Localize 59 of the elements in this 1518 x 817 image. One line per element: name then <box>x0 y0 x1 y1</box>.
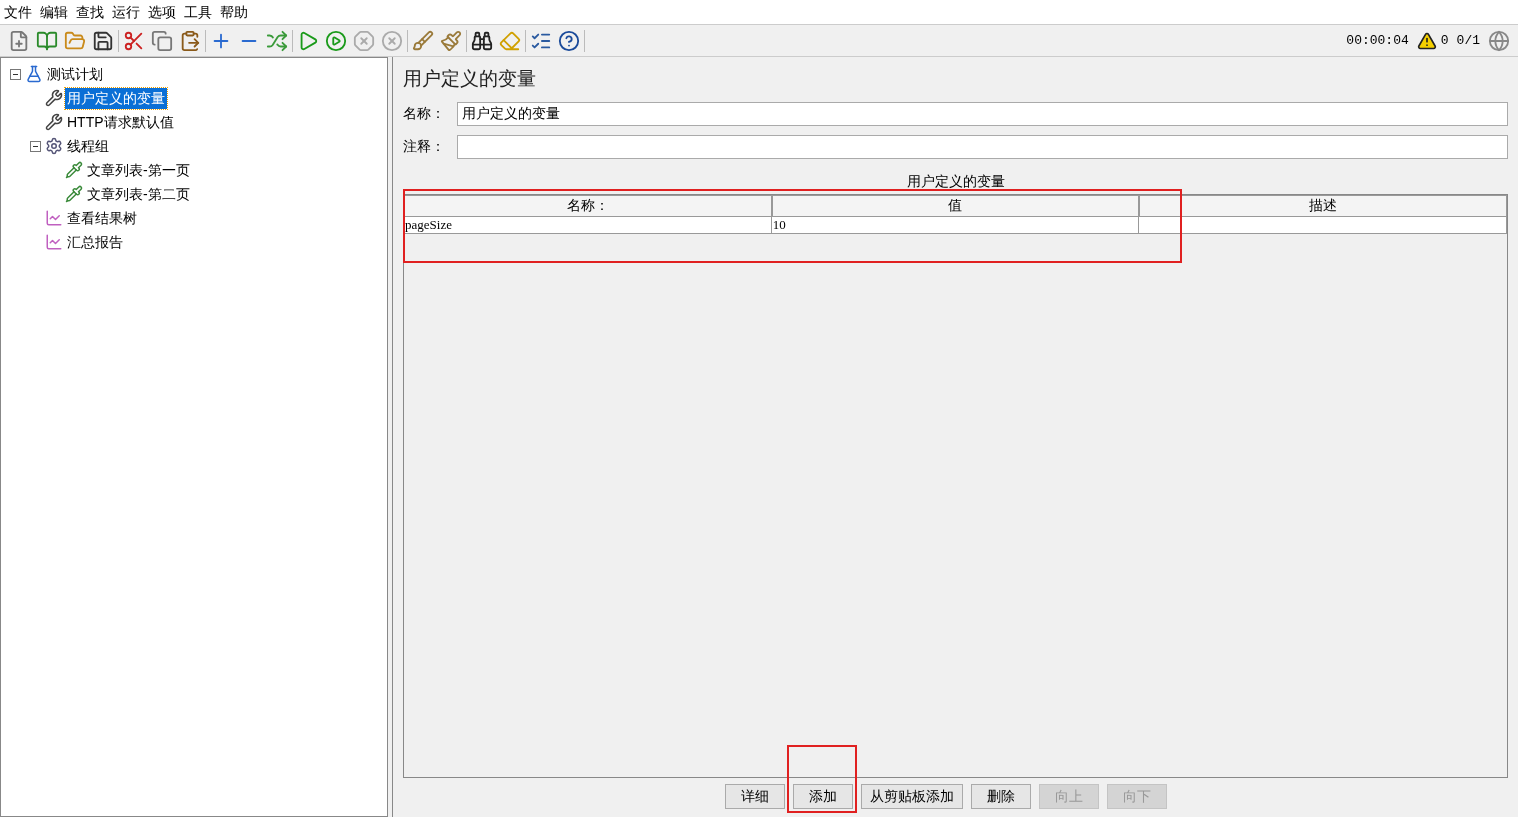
panel-title: 用户定义的变量 <box>403 67 537 91</box>
cut-icon[interactable] <box>123 29 145 52</box>
collapse-toggle-icon[interactable] <box>9 68 21 80</box>
thread-count: 0/1 <box>1456 31 1480 50</box>
copy-icon[interactable] <box>151 29 173 52</box>
tree-item[interactable]: HTTP请求默认值 <box>65 111 176 133</box>
elapsed-time: 00:00:04 <box>1346 31 1409 50</box>
column-header[interactable]: 描述 <box>1139 194 1507 217</box>
comment-label: 注释： <box>403 137 446 156</box>
wrench-icon <box>45 89 63 107</box>
tree-item[interactable]: 文章列表-第二页 <box>85 183 192 205</box>
column-header[interactable]: 名称： <box>404 194 772 217</box>
menu-item[interactable]: 文件 <box>4 1 32 23</box>
menu-item[interactable]: 编辑 <box>40 1 68 23</box>
name-field[interactable]: 用户定义的变量 <box>457 101 1508 126</box>
paste-icon[interactable] <box>179 29 201 52</box>
table-action-button[interactable]: 详细 <box>725 784 785 809</box>
pipette-icon <box>65 161 83 179</box>
table-action-button[interactable]: 添加 <box>793 784 853 809</box>
table-action-button[interactable]: 删除 <box>971 784 1031 809</box>
chart-icon <box>45 233 63 251</box>
clear-all-icon[interactable] <box>440 29 462 52</box>
table-title: 用户定义的变量 <box>906 171 1005 191</box>
new-file-icon[interactable] <box>8 29 30 52</box>
annotation-frame <box>787 745 857 813</box>
pipette-icon <box>65 185 83 203</box>
comment-field[interactable] <box>457 134 1508 159</box>
help-icon[interactable] <box>558 29 580 52</box>
wrench-icon <box>45 113 63 131</box>
gear-icon <box>45 137 63 155</box>
tree-item[interactable]: 文章列表-第一页 <box>85 159 192 181</box>
chart-icon <box>45 209 63 227</box>
tree-item[interactable]: 线程组 <box>65 135 111 157</box>
table-action-button[interactable]: 从剪贴板添加 <box>861 784 963 809</box>
warning-icon[interactable] <box>1416 30 1437 51</box>
clear-icon[interactable] <box>412 29 434 52</box>
name-label: 名称： <box>403 104 446 123</box>
menu-item[interactable]: 帮助 <box>220 1 248 23</box>
tree-item[interactable]: 用户定义的变量 <box>65 87 167 109</box>
table-cell[interactable]: pageSize <box>404 216 772 234</box>
menu-item[interactable]: 选项 <box>148 1 176 23</box>
book-icon[interactable] <box>36 29 58 52</box>
menu-item[interactable]: 工具 <box>184 1 212 23</box>
menu-item[interactable]: 运行 <box>112 1 140 23</box>
flask-icon <box>25 65 43 83</box>
tree-item[interactable]: 测试计划 <box>45 63 105 85</box>
tree-item[interactable]: 查看结果树 <box>65 207 139 229</box>
warning-count: 0 <box>1440 31 1449 50</box>
stop-icon[interactable] <box>353 29 375 52</box>
save-icon[interactable] <box>92 29 114 52</box>
folder-icon[interactable] <box>64 29 86 52</box>
tree-item[interactable]: 汇总报告 <box>65 231 125 253</box>
menu-item[interactable]: 查找 <box>76 1 104 23</box>
search-icon[interactable] <box>471 29 493 52</box>
column-header[interactable]: 值 <box>771 194 1140 217</box>
table-cell[interactable] <box>1139 216 1507 234</box>
table-cell[interactable]: 10 <box>771 216 1140 234</box>
collapse-toggle-icon[interactable] <box>29 140 41 152</box>
shutdown-icon[interactable] <box>381 29 403 52</box>
